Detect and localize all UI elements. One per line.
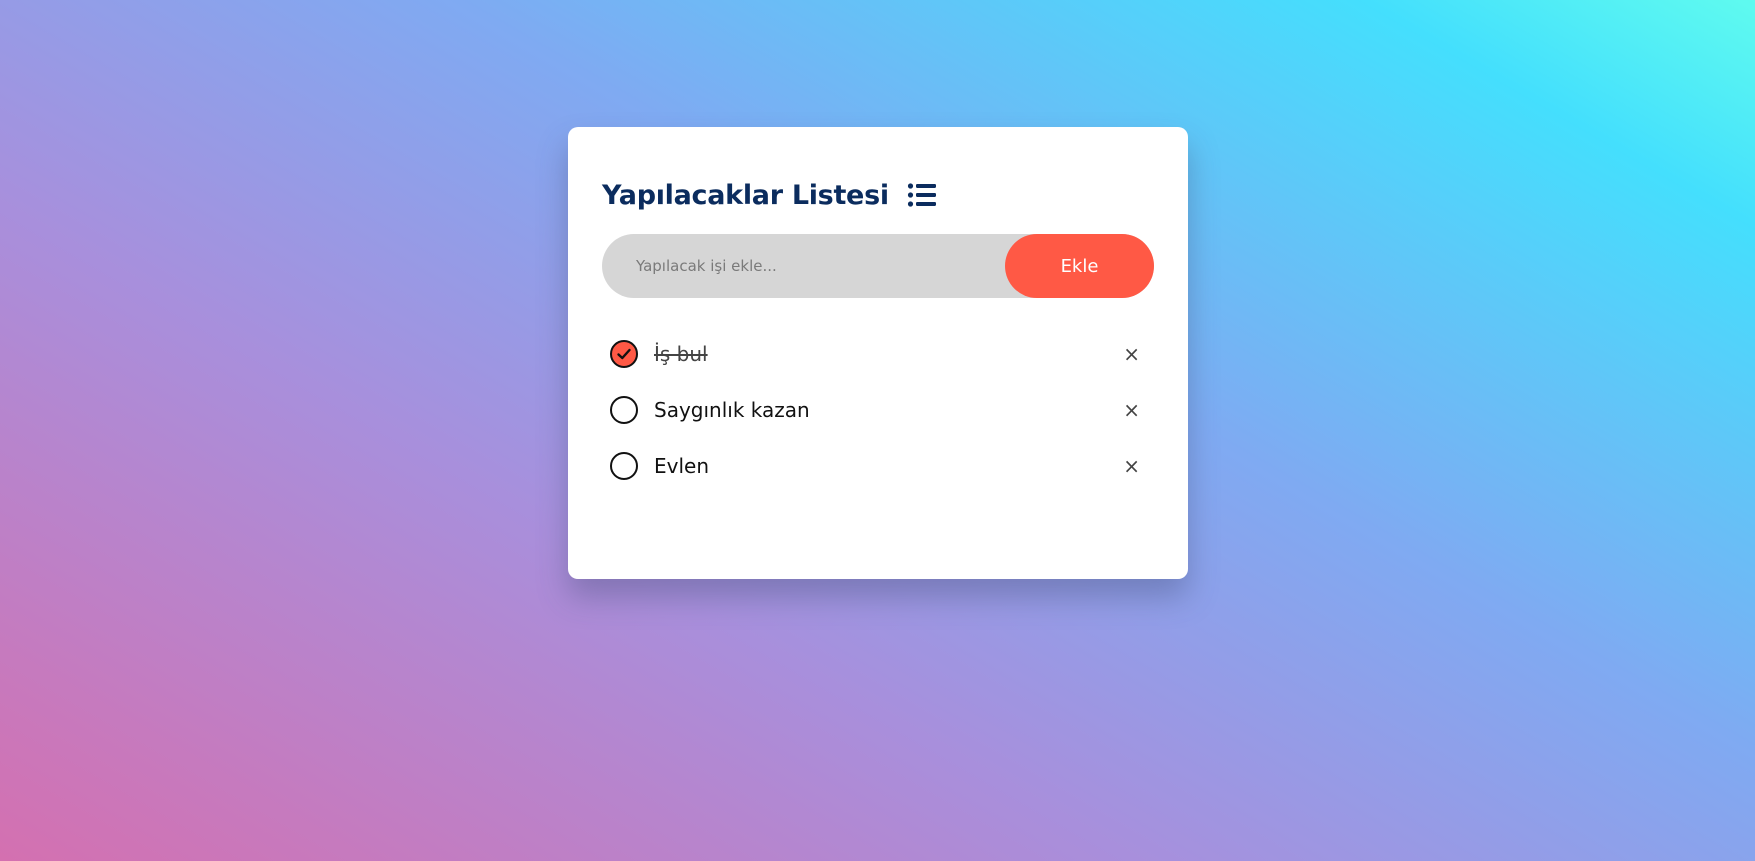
close-icon[interactable]: × <box>1123 344 1140 364</box>
close-icon[interactable]: × <box>1123 456 1140 476</box>
task-item[interactable]: Saygınlık kazan × <box>602 382 1154 438</box>
task-label: Saygınlık kazan <box>654 398 810 422</box>
app-title: Yapılacaklar Listesi <box>602 179 889 211</box>
task-item[interactable]: Evlen × <box>602 438 1154 494</box>
task-item[interactable]: İş bul × <box>602 326 1154 382</box>
todo-card: Yapılacaklar Listesi Ekle İş bul × <box>568 127 1188 579</box>
checked-circle-icon[interactable] <box>610 340 638 368</box>
add-button[interactable]: Ekle <box>1005 234 1154 298</box>
unchecked-circle-icon[interactable] <box>610 396 638 424</box>
close-icon[interactable]: × <box>1123 400 1140 420</box>
task-input[interactable] <box>602 234 992 298</box>
header: Yapılacaklar Listesi <box>602 175 1154 215</box>
task-list: İş bul × Saygınlık kazan × Evlen × <box>602 326 1154 494</box>
add-task-row: Ekle <box>602 234 1154 298</box>
task-label: İş bul <box>654 342 708 366</box>
task-label: Evlen <box>654 454 710 478</box>
unchecked-circle-icon[interactable] <box>610 452 638 480</box>
list-icon <box>907 182 937 208</box>
